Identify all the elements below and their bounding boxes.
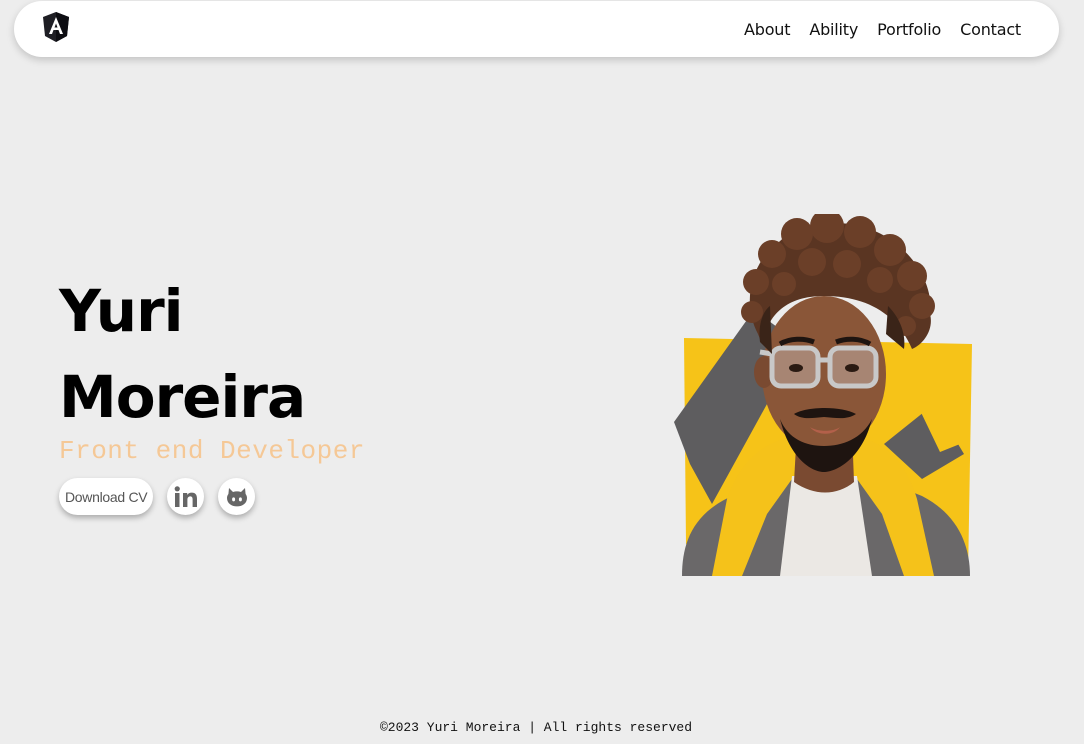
hero-role: Front end Developer [59,436,365,466]
linkedin-button[interactable] [167,478,205,515]
hero-first-name: Yuri [59,277,184,345]
hero-last-name: Moreira [59,363,306,431]
angular-logo-icon[interactable] [42,11,70,43]
nav-portfolio[interactable]: Portfolio [877,20,941,39]
footer: ©2023 Yuri Moreira | All rights reserved [379,720,693,735]
navbar: About Ability Portfolio Contact [14,1,1059,57]
nav-contact[interactable]: Contact [960,20,1021,39]
download-cv-button[interactable]: Download CV [59,478,154,515]
hero-actions: Download CV [59,478,256,515]
nav-ability[interactable]: Ability [809,20,858,39]
github-icon [226,487,247,506]
page: About Ability Portfolio Contact Yuri Mor… [0,0,1084,744]
nav-menu: About Ability Portfolio Contact [744,1,1021,57]
nav-about[interactable]: About [744,20,791,39]
linkedin-icon [174,485,197,507]
avatar-illustration [672,209,974,580]
hero-name: Yuri Moreira [59,268,306,440]
github-button[interactable] [218,478,256,515]
